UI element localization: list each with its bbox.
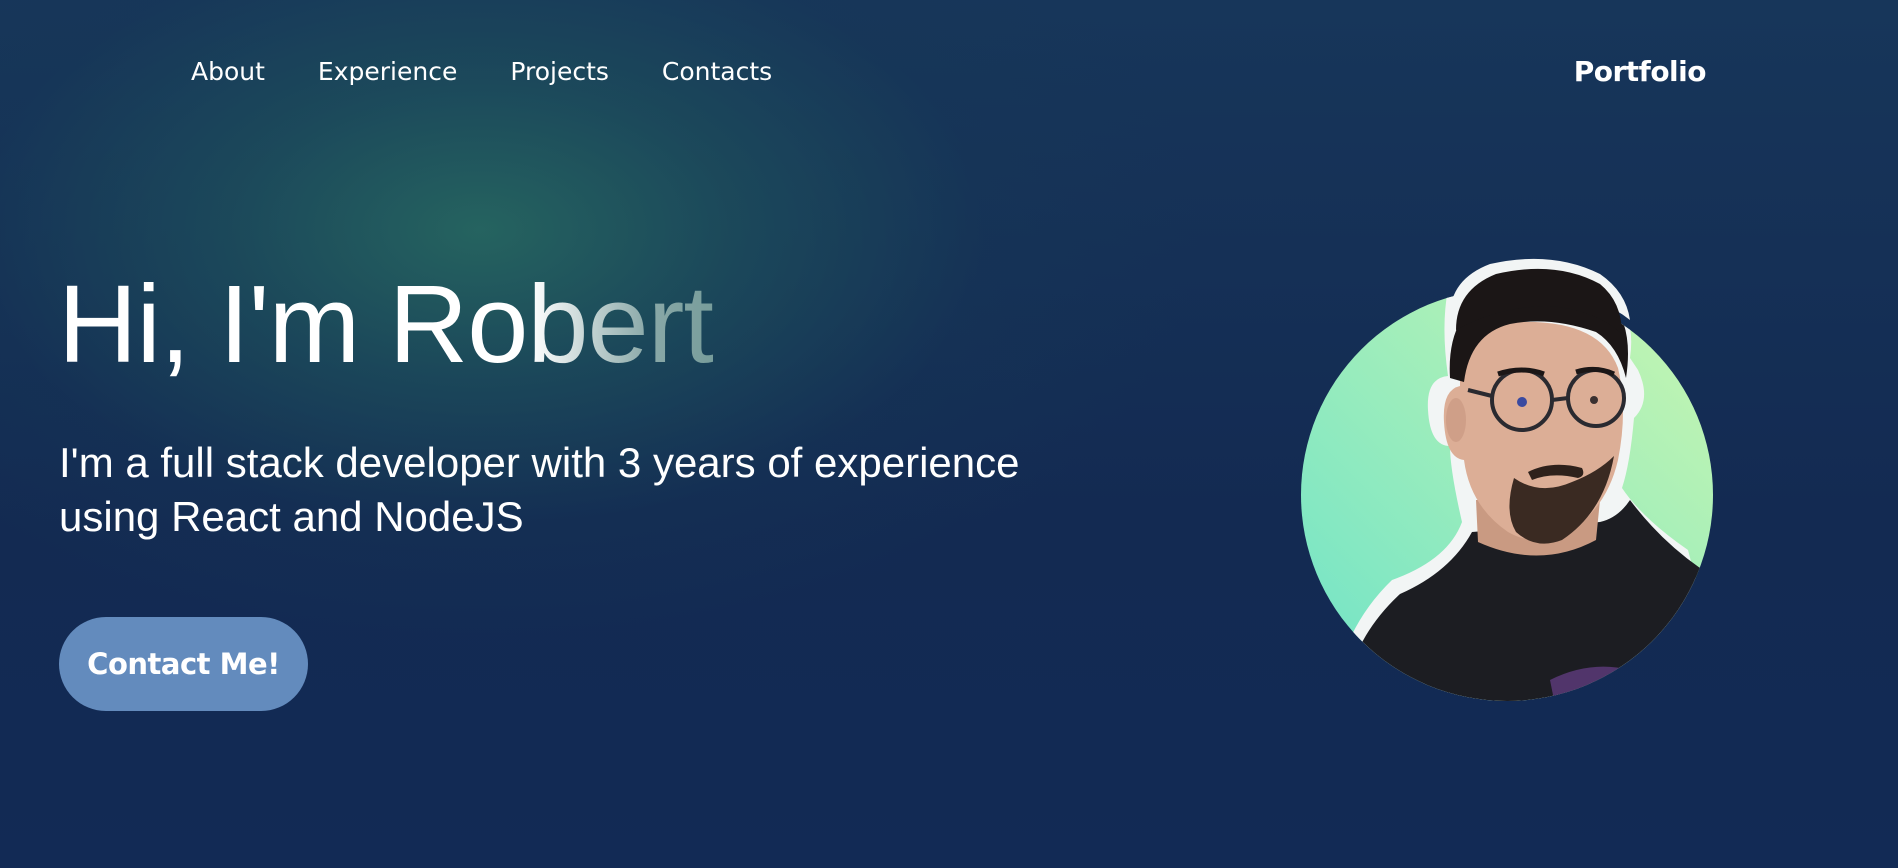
brand-logo[interactable]: Portfolio <box>1574 52 1707 92</box>
contact-me-button[interactable]: Contact Me! <box>59 617 308 711</box>
avatar-icon <box>1301 258 1713 701</box>
nav-link-experience[interactable]: Experience <box>318 52 457 92</box>
profile-photo <box>1300 250 1715 702</box>
main-nav: About Experience Projects Contacts <box>191 52 825 92</box>
hero-title: Hi, I'm Robert <box>58 263 714 386</box>
nav-link-contacts[interactable]: Contacts <box>662 52 772 92</box>
nav-link-about[interactable]: About <box>191 52 265 92</box>
hero-subtitle: I'm a full stack developer with 3 years … <box>59 439 1020 540</box>
nav-link-projects[interactable]: Projects <box>510 52 609 92</box>
